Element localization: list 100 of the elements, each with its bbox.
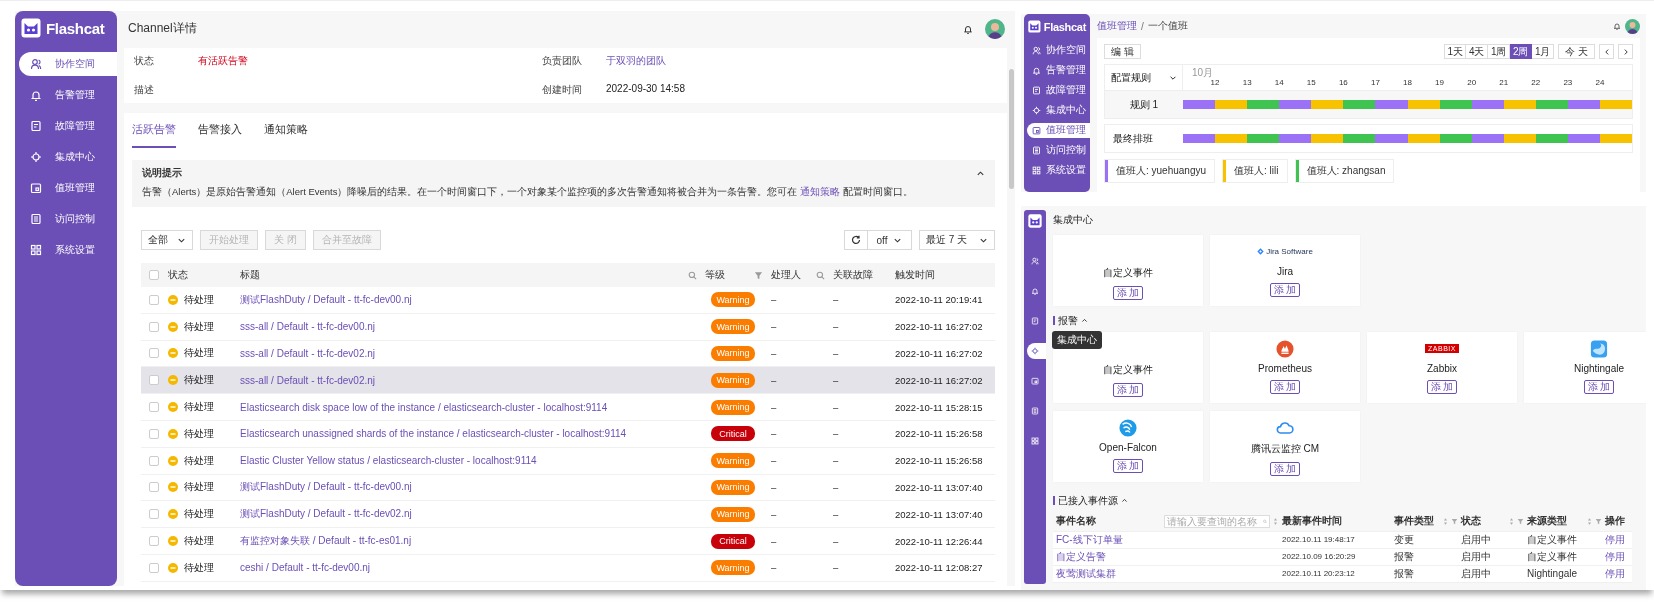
filter-icon[interactable] [1517, 517, 1524, 525]
add-button[interactable]: 添 加 [1112, 382, 1144, 397]
sidebar-item[interactable]: 访问控制 [1027, 142, 1090, 158]
table-row[interactable]: 待处理 测试FlashDuty / Default - tt-fc-dev00.nj Warning – – 2022-10-11 20:19:41 [141, 287, 995, 314]
filter-icon[interactable] [1595, 517, 1602, 525]
checkbox[interactable] [149, 428, 159, 439]
add-button[interactable]: 添 加 [1269, 379, 1301, 394]
checkbox[interactable] [149, 536, 159, 547]
sidebar-item[interactable]: 告警管理 [19, 82, 117, 107]
refresh-button[interactable] [844, 230, 868, 250]
add-button[interactable]: 添 加 [1426, 379, 1458, 394]
checkbox[interactable] [149, 294, 159, 305]
sidebar-item[interactable]: 系统设置 [1027, 162, 1090, 178]
sidebar-item[interactable]: 协作空间 [19, 51, 117, 76]
checkbox[interactable] [149, 509, 159, 520]
column-header: 触发时间 [895, 268, 935, 282]
policy-link[interactable]: 通知策略 [800, 186, 841, 197]
sidebar-item[interactable] [1027, 342, 1046, 359]
filter-select[interactable]: 全部 [141, 230, 193, 250]
checkbox[interactable] [149, 270, 159, 280]
sort-icon[interactable] [1586, 517, 1593, 525]
alert-title-link[interactable]: sss-all / Default - tt-fc-dev02.nj [240, 374, 376, 386]
search-icon[interactable] [688, 270, 697, 280]
sidebar-item[interactable]: 集成中心 [1027, 102, 1090, 118]
sidebar-item[interactable]: 值班管理 [1027, 122, 1090, 138]
checkbox[interactable] [149, 348, 159, 359]
alert-title-link[interactable]: Elastic Cluster Yellow status / elasticsearch-cluster - localhost:9114 [240, 455, 537, 467]
scrollbar[interactable] [1008, 69, 1014, 189]
add-button[interactable]: 添 加 [1112, 458, 1144, 473]
add-button[interactable]: 添 加 [1269, 282, 1301, 297]
filter-icon[interactable] [1451, 517, 1458, 525]
search-field[interactable]: 请输入要查询的名称 [1164, 514, 1270, 528]
disable-link[interactable]: 停用 [1605, 549, 1625, 564]
sort-icon[interactable] [1272, 517, 1279, 525]
edit-button[interactable]: 编 辑 [1104, 44, 1141, 59]
disable-link[interactable]: 停用 [1605, 566, 1625, 581]
range-button[interactable]: 1月 [1532, 44, 1555, 59]
alert-title-link[interactable]: 测试FlashDuty / Default - tt-fc-dev00.nj [240, 292, 412, 307]
alert-title-link[interactable]: 测试FlashDuty / Default - tt-fc-dev02.nj [240, 507, 412, 522]
add-button[interactable]: 添 加 [1583, 379, 1615, 394]
tab[interactable]: 活跃告警 [132, 122, 176, 148]
breadcrumb-item[interactable]: 值班管理 [1097, 19, 1137, 33]
add-button[interactable]: 添 加 [1112, 285, 1144, 300]
sidebar-item[interactable]: 系统设置 [19, 237, 117, 262]
sort-icon[interactable] [1442, 517, 1449, 525]
refresh-select[interactable]: off [868, 230, 912, 250]
alert-title-link[interactable]: ceshi / Default - tt-fc-dev00.nj [240, 562, 371, 574]
table-row[interactable]: 待处理 测试FlashDuty / Default - tt-fc-dev02.nj Warning – – 2022-10-11 13:07:40 [141, 501, 995, 529]
time-range-select[interactable]: 最近 7 天 [919, 230, 995, 250]
disable-link[interactable]: 停用 [1605, 532, 1625, 547]
previous-button[interactable] [1599, 44, 1614, 59]
tab[interactable]: 告警接入 [198, 122, 242, 148]
table-row[interactable]: 待处理 Elastic Cluster Yellow status / elasticsearch-cluster - localhost:9114 Warning – – 2022-10-11 15:26:58 [141, 447, 995, 475]
table-row[interactable]: 待处理 ceshi / Default - tt-fc-dev00.nj Warning – – 2022-10-11 12:08:27 [141, 554, 995, 582]
alert-title-link[interactable]: 测试FlashDuty / Default - tt-fc-dev00.nj [240, 480, 412, 495]
sidebar-item[interactable]: 集成中心 [19, 144, 117, 169]
add-button[interactable]: 添 加 [1269, 461, 1301, 476]
range-button[interactable]: 1周 [1488, 44, 1511, 59]
sidebar-item[interactable]: 值班管理 [19, 175, 117, 200]
filter-icon[interactable] [754, 270, 763, 280]
alert-title-link[interactable]: Elasticsearch unassigned shards of the instance / elasticsearch-cluster - localhost:9114 [240, 428, 627, 440]
chevron-up-icon[interactable] [976, 169, 985, 178]
sidebar-item[interactable]: 告警管理 [1027, 62, 1090, 78]
alert-title-link[interactable]: sss-all / Default - tt-fc-dev00.nj [240, 321, 376, 333]
alert-title-link[interactable]: Elasticsearch disk space low of the instance / elasticsearch-cluster - localhost:9114 [240, 401, 608, 413]
avatar-icon[interactable] [985, 18, 1005, 39]
checkbox[interactable] [149, 455, 159, 466]
checkbox[interactable] [149, 562, 159, 573]
sidebar-item[interactable]: 故障管理 [1027, 82, 1090, 98]
table-row[interactable]: 待处理 Elasticsearch disk space low of the instance / elasticsearch-cluster - localhost:9114 Warning – – 2022-10-11 15:28:15 [141, 394, 995, 421]
next-button[interactable] [1618, 44, 1633, 59]
tab[interactable]: 通知策略 [264, 122, 308, 148]
alert-title-link[interactable]: 有监控对象失联 / Default - tt-fc-es01.nj [240, 534, 412, 549]
table-row[interactable]: 待处理 Elasticsearch unassigned shards of the instance / elasticsearch-cluster - localhost:9114 Critical – – 2022-10-11 15:26:58 [141, 421, 995, 448]
rule-select[interactable]: 配置规则 [1111, 70, 1151, 85]
table-row[interactable]: 待处理 sss-all / Default - tt-fc-dev02.nj Warning – – 2022-10-11 16:27:02 [141, 367, 995, 395]
search-icon[interactable] [816, 270, 825, 280]
range-button[interactable]: 4天 [1466, 44, 1489, 59]
table-row[interactable]: 待处理 测试FlashDuty / Default - tt-fc-dev00.nj Warning – – 2022-10-11 13:07:40 [141, 474, 995, 502]
range-button[interactable]: 2周 [1510, 44, 1533, 59]
checkbox[interactable] [149, 482, 159, 493]
alert-title-link[interactable]: sss-all / Default - tt-fc-dev02.nj [240, 348, 376, 359]
team-link[interactable]: 于双羽的团队 [606, 54, 1007, 68]
checkbox[interactable] [149, 321, 159, 332]
chevron-up-icon[interactable] [1081, 317, 1088, 325]
sidebar-item[interactable]: 协作空间 [1027, 42, 1090, 58]
today-button[interactable]: 今 天 [1558, 44, 1595, 59]
event-source-link[interactable]: FC-线下订单量 [1056, 532, 1123, 547]
range-button[interactable]: 1天 [1444, 44, 1467, 59]
sidebar-item[interactable]: 故障管理 [19, 113, 117, 138]
chevron-up-icon[interactable] [1121, 497, 1128, 505]
table-row[interactable]: 待处理 sss-all / Default - tt-fc-dev00.nj Warning – – 2022-10-11 16:27:02 [141, 313, 995, 341]
checkbox[interactable] [149, 402, 159, 413]
sidebar-item[interactable]: 访问控制 [19, 206, 117, 231]
avatar-icon[interactable] [1625, 18, 1640, 34]
table-row[interactable]: 待处理 有监控对象失联 / Default - tt-fc-es01.nj Critical – – 2022-10-11 12:26:44 [141, 528, 995, 555]
event-source-link[interactable]: 夜莺测试集群 [1056, 566, 1116, 581]
event-source-link[interactable]: 自定义告警 [1056, 549, 1106, 564]
sort-icon[interactable] [1508, 517, 1515, 525]
checkbox[interactable] [149, 375, 159, 386]
